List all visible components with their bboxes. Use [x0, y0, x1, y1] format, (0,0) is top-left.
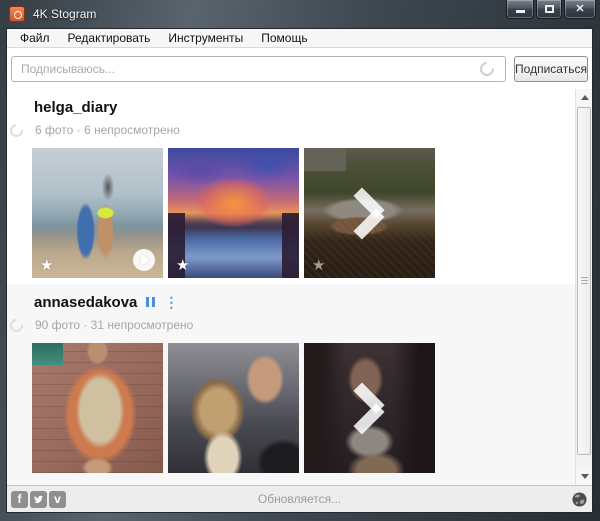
window-title: 4K Stogram: [33, 7, 96, 21]
photo-thumb-sunset-canal[interactable]: ★: [168, 148, 299, 278]
account-header: annasedakova ⋮: [34, 292, 575, 312]
play-video-icon: [133, 249, 155, 271]
account-header: helga_diary: [34, 97, 575, 117]
maximize-icon: [545, 5, 554, 13]
star-icon: ★: [312, 256, 325, 274]
scrollbar[interactable]: [575, 89, 592, 485]
photo-thumb-mirror-selfie[interactable]: [304, 343, 435, 473]
close-button[interactable]: ✕: [564, 0, 596, 19]
app-window: 4K Stogram ✕ Файл Редактировать Инструме…: [0, 0, 600, 521]
scroll-down-button[interactable]: [576, 468, 592, 485]
account-row: helga_diary 6 фото · 6 непросмотрено ★ ★: [7, 89, 575, 284]
globe-language-icon[interactable]: [571, 491, 588, 508]
photo-strip: [32, 343, 575, 473]
arrow-down-icon: [581, 474, 589, 479]
account-username: helga_diary: [34, 99, 117, 116]
window-controls: ✕: [506, 0, 596, 19]
account-subline: 90 фото · 31 непросмотрено: [34, 318, 575, 332]
account-username: annasedakova: [34, 294, 137, 311]
account-feed: helga_diary 6 фото · 6 непросмотрено ★ ★: [7, 89, 575, 485]
subscribe-row: Подписаться: [7, 48, 592, 89]
menu-file[interactable]: Файл: [11, 31, 59, 45]
star-icon: ★: [40, 256, 53, 274]
account-spinner-icon: [7, 316, 25, 334]
subscribe-button[interactable]: Подписаться: [514, 56, 588, 82]
minimize-icon: [516, 10, 525, 13]
menu-tools[interactable]: Инструменты: [159, 31, 252, 45]
scroll-up-button[interactable]: [576, 89, 592, 106]
client-area: Файл Редактировать Инструменты Помощь По…: [6, 28, 593, 513]
kebab-menu-icon[interactable]: ⋮: [164, 297, 178, 307]
feed-area: helga_diary 6 фото · 6 непросмотрено ★ ★: [7, 89, 592, 485]
photo-thumb-dog-selfie[interactable]: [168, 343, 299, 473]
subscribe-input-wrap: [11, 56, 506, 82]
menu-bar: Файл Редактировать Инструменты Помощь: [7, 29, 592, 48]
scrollbar-thumb[interactable]: [577, 107, 591, 455]
menu-edit[interactable]: Редактировать: [59, 31, 160, 45]
status-text: Обновляется...: [7, 492, 592, 506]
photo-thumb-poolside-knit[interactable]: [32, 343, 163, 473]
close-icon: ✕: [575, 4, 584, 15]
account-spinner-icon: [7, 121, 25, 139]
maximize-button[interactable]: [536, 0, 562, 19]
account-subline: 6 фото · 6 непросмотрено: [34, 123, 575, 137]
chevron-right-icon[interactable]: [351, 185, 389, 241]
star-icon: ★: [176, 256, 189, 274]
subscribe-input[interactable]: [11, 56, 506, 82]
app-icon[interactable]: [9, 6, 25, 22]
menu-help[interactable]: Помощь: [252, 31, 316, 45]
account-stats: 6 фото · 6 непросмотрено: [35, 123, 180, 137]
account-stats: 90 фото · 31 непросмотрено: [35, 318, 193, 332]
scrollbar-grip-icon: [581, 277, 588, 285]
arrow-up-icon: [581, 95, 589, 100]
photo-strip: ★ ★ ★: [32, 148, 575, 278]
minimize-button[interactable]: [506, 0, 534, 19]
photo-thumb-beach-surfer[interactable]: ★: [32, 148, 163, 278]
titlebar[interactable]: 4K Stogram ✕: [0, 0, 600, 28]
photo-thumb-lawn-blanket[interactable]: ★: [304, 148, 435, 278]
chevron-right-icon[interactable]: [351, 380, 389, 436]
pause-icon[interactable]: [146, 297, 155, 307]
account-row: annasedakova ⋮ 90 фото · 31 непросмотрен…: [7, 284, 575, 485]
status-bar: f v Обновляется...: [7, 485, 592, 512]
